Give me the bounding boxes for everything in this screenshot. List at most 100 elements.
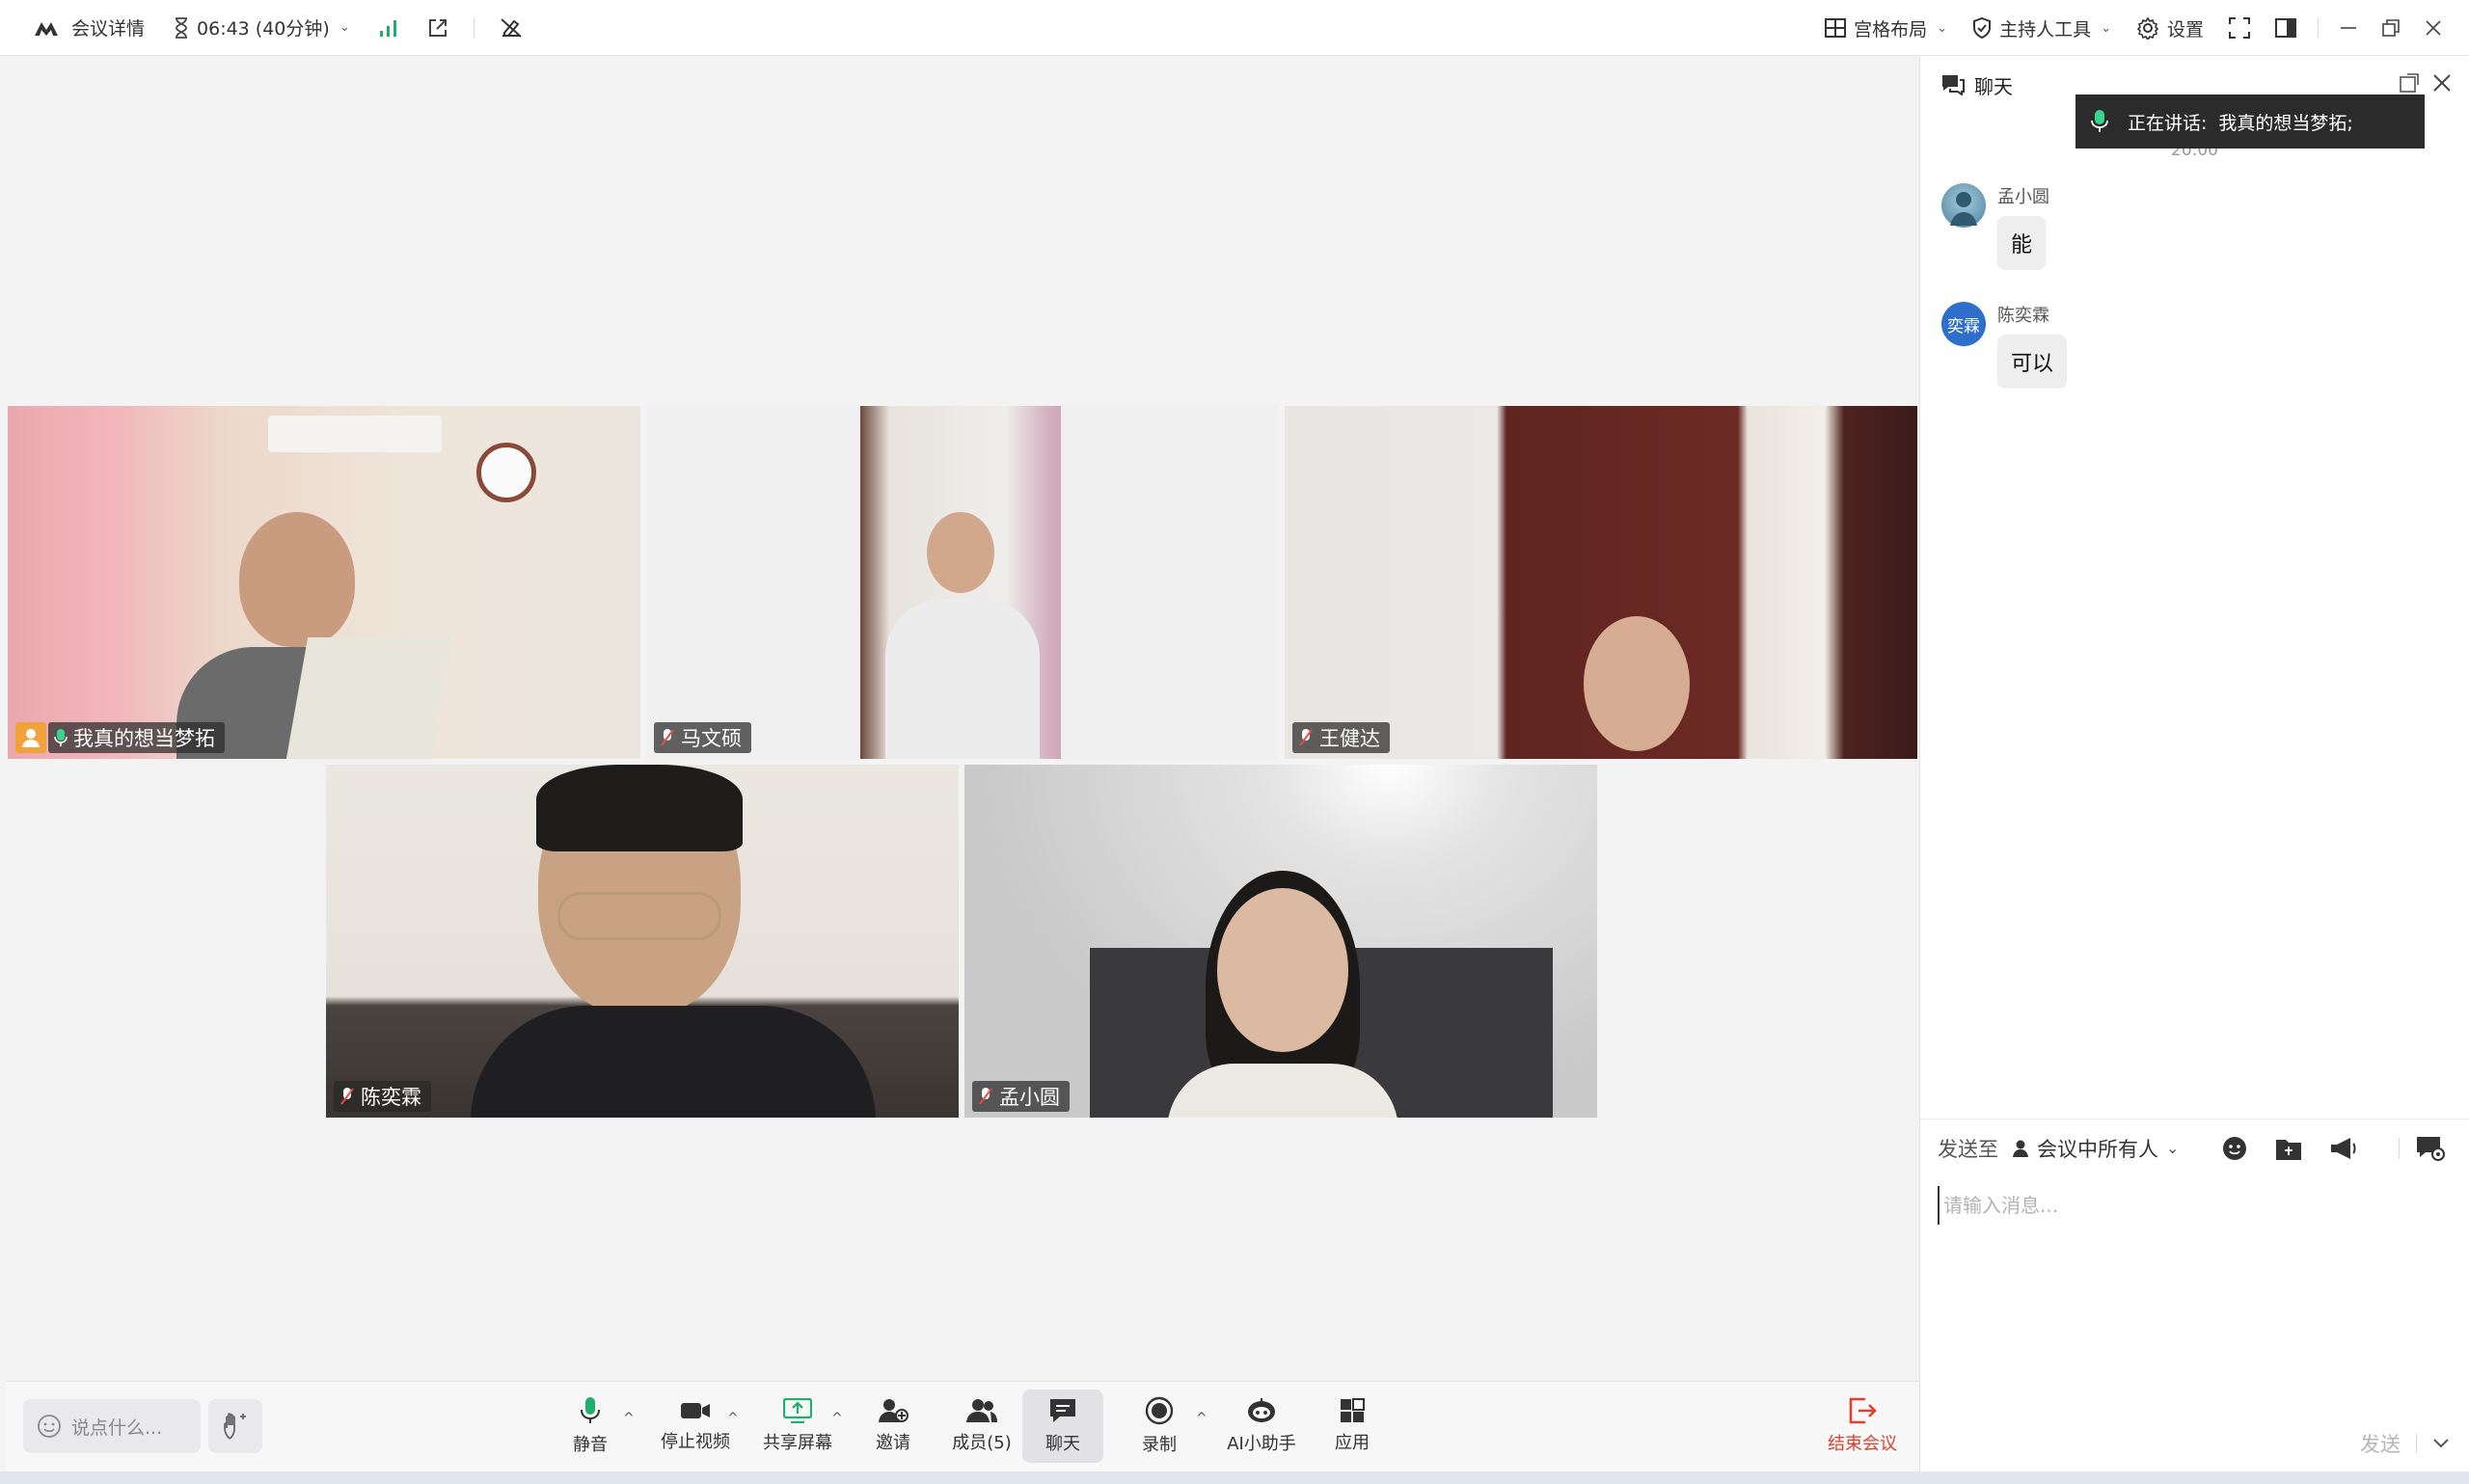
folder-icon[interactable] — [2275, 1136, 2302, 1161]
end-meeting-label: 结束会议 — [1828, 1434, 1897, 1454]
chat-icon — [1048, 1397, 1077, 1424]
air-conditioner — [268, 416, 442, 452]
quick-say-input[interactable]: 说点什么... — [23, 1399, 201, 1453]
invite-button[interactable]: 邀请 — [864, 1390, 922, 1463]
fullscreen-icon — [2229, 17, 2250, 39]
avatar[interactable] — [1941, 183, 1986, 228]
gear-icon — [2136, 16, 2159, 40]
network-signal[interactable] — [369, 0, 408, 55]
speaking-prefix: 正在讲话: — [2128, 112, 2208, 134]
chat-button[interactable]: 聊天 — [1022, 1390, 1103, 1463]
stop-video-button[interactable]: 停止视频 — [652, 1390, 739, 1463]
fullscreen-button[interactable] — [2219, 0, 2260, 56]
shield-icon — [1972, 17, 1992, 39]
message-sender: 陈奕霖 — [1997, 306, 2049, 326]
participant-name-tag: 孟小圆 — [972, 1081, 1070, 1112]
chat-icon — [1941, 74, 1965, 95]
send-to-label: 发送至 — [1938, 1137, 1998, 1161]
share-options-caret[interactable]: ^ — [831, 1411, 843, 1426]
video-tile[interactable]: 我真的想当梦拓 — [8, 406, 640, 759]
raise-hand-button[interactable] — [208, 1399, 262, 1453]
end-meeting-button[interactable]: 结束会议 — [1819, 1390, 1906, 1463]
record-label: 录制 — [1142, 1435, 1177, 1455]
now-speaking-banner: 正在讲话: 我真的想当梦拓; — [2076, 94, 2425, 148]
meeting-timer[interactable]: 06:43 (40分钟) ⌄ — [164, 0, 360, 55]
chat-message-input[interactable] — [1938, 1186, 2449, 1225]
video-tile[interactable]: 马文硕 — [646, 406, 1279, 759]
host-tools-label: 主持人工具 — [1999, 18, 2092, 40]
chat-settings-icon[interactable] — [2416, 1135, 2445, 1162]
speaking-name: 我真的想当梦拓; — [2218, 112, 2353, 134]
video-options-caret[interactable]: ^ — [727, 1411, 739, 1426]
members-button[interactable]: 成员(5) — [943, 1390, 1020, 1463]
hourglass-icon — [174, 16, 189, 39]
ai-assistant-button[interactable]: AI小助手 — [1223, 1390, 1300, 1463]
raise-hand-icon — [222, 1412, 249, 1441]
video-camera-icon — [680, 1399, 711, 1422]
taskbar-edge — [0, 1471, 2469, 1484]
emoji-icon[interactable] — [2221, 1135, 2248, 1162]
megaphone-icon[interactable] — [2329, 1136, 2358, 1161]
chevron-down-icon: ⌄ — [1937, 20, 1948, 36]
sidebar-icon — [2275, 18, 2296, 38]
layout-button[interactable]: 宫格布局 ⌄ — [1815, 0, 1957, 56]
annotation-button[interactable] — [490, 0, 532, 55]
stop-video-label: 停止视频 — [661, 1432, 730, 1452]
restore-icon — [2382, 19, 2400, 37]
mute-options-caret[interactable]: ^ — [623, 1411, 635, 1426]
held-paper — [285, 637, 453, 759]
recipient-select[interactable]: 会议中所有人 ⌄ — [2012, 1134, 2179, 1163]
smiley-icon — [37, 1414, 62, 1439]
avatar[interactable]: 奕霖 — [1941, 302, 1986, 346]
host-tools-button[interactable]: 主持人工具 ⌄ — [1963, 0, 2121, 56]
person-body — [885, 599, 1040, 759]
divider — [2399, 1137, 2400, 1159]
chevron-down-icon[interactable] — [2432, 1438, 2450, 1449]
message-bubble: 能 — [1997, 216, 2047, 270]
participant-name-tag: 陈奕霖 — [334, 1081, 431, 1112]
mic-active-icon — [54, 728, 68, 747]
recipient-value: 会议中所有人 — [2037, 1137, 2158, 1161]
record-button[interactable]: 录制 — [1130, 1390, 1188, 1463]
record-icon — [1145, 1396, 1174, 1425]
apps-button[interactable]: 应用 — [1323, 1390, 1381, 1463]
person-silhouette — [927, 512, 994, 593]
user-icon — [2012, 1139, 2031, 1158]
participant-name-tag: 我真的想当梦拓 — [48, 722, 225, 753]
divider — [2416, 1434, 2417, 1453]
mic-active-icon — [2091, 109, 2108, 134]
share-screen-button[interactable]: 共享屏幕 — [754, 1390, 841, 1463]
close-window-button[interactable] — [2415, 0, 2452, 56]
close-icon[interactable] — [2432, 73, 2452, 93]
settings-button[interactable]: 设置 — [2127, 0, 2213, 56]
video-tile[interactable]: 孟小圆 — [964, 765, 1597, 1118]
add-user-icon — [878, 1398, 909, 1423]
mic-muted-icon — [978, 1087, 993, 1106]
exit-icon — [1848, 1397, 1877, 1424]
record-options-caret[interactable]: ^ — [1196, 1411, 1207, 1426]
meeting-details-button[interactable]: 会议详情 — [25, 0, 154, 55]
video-tile[interactable]: 陈奕霖 — [326, 765, 959, 1118]
chevron-down-icon: ⌄ — [339, 20, 350, 35]
share-screen-icon — [783, 1398, 812, 1423]
send-button[interactable]: 发送 — [2360, 1429, 2401, 1458]
minimize-button[interactable] — [2330, 0, 2367, 56]
video-tile[interactable]: 王健达 — [1285, 406, 1917, 759]
person-hair — [536, 765, 743, 851]
mute-button[interactable]: 静音 — [561, 1390, 619, 1463]
popout-button[interactable] — [418, 0, 458, 55]
meeting-toolbar: 说点什么... 静音 ^ 停止视频 ^ 共享屏幕 ^ 邀请 成员(5) 聊天 录… — [6, 1381, 1919, 1471]
glasses — [557, 892, 721, 940]
person-body — [1167, 1064, 1398, 1118]
mute-label: 静音 — [573, 1435, 608, 1455]
restore-button[interactable] — [2373, 0, 2409, 56]
share-screen-label: 共享屏幕 — [763, 1433, 832, 1453]
message-bubble: 可以 — [1997, 335, 2068, 389]
sidebar-toggle-button[interactable] — [2266, 0, 2306, 56]
participant-name-tag: 王健达 — [1292, 722, 1390, 753]
members-label: 成员(5) — [952, 1433, 1012, 1453]
popout-chat-icon[interactable] — [2400, 73, 2419, 93]
participant-name: 陈奕霖 — [361, 1086, 421, 1109]
participant-name: 王健达 — [1319, 727, 1380, 750]
robot-icon — [1246, 1397, 1277, 1424]
